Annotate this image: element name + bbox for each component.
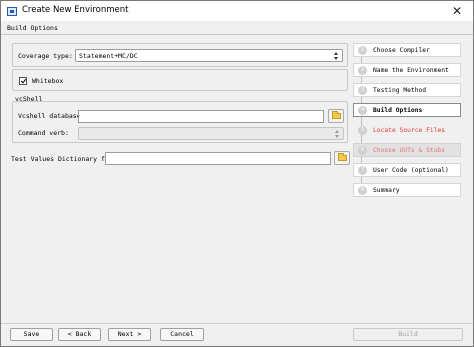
step-label: Choose UUTs & Stubs bbox=[373, 147, 446, 154]
step-label: Summary bbox=[373, 187, 400, 194]
step-label: Name the Environment bbox=[373, 67, 449, 74]
step-testing-method[interactable]: 3 Testing Method bbox=[353, 83, 461, 97]
folder-icon bbox=[338, 153, 347, 161]
save-button[interactable]: Save bbox=[10, 328, 53, 341]
page-header: Build Options bbox=[7, 24, 58, 32]
step-number: 3 bbox=[358, 86, 367, 95]
spin-arrows-icon bbox=[333, 51, 340, 61]
window-title: Create New Environment bbox=[22, 5, 129, 15]
step-label: Testing Method bbox=[373, 87, 427, 94]
step-label: Build Options bbox=[373, 107, 423, 114]
vcshell-database-input[interactable] bbox=[78, 110, 324, 123]
step-build-options[interactable]: 4 Build Options bbox=[353, 103, 461, 117]
folder-icon bbox=[332, 111, 341, 119]
whitebox-label: Whitebox bbox=[32, 77, 64, 85]
step-label: Locate Source Files bbox=[373, 127, 446, 134]
header-divider bbox=[1, 34, 473, 35]
vcshell-group: Vcshell database: Command verb: bbox=[12, 101, 348, 143]
step-user-code[interactable]: 7 User Code (optional) bbox=[353, 163, 461, 177]
command-verb-label: Command verb: bbox=[18, 129, 69, 137]
coverage-group: Coverage type: Statement+MC/DC bbox=[12, 43, 348, 67]
back-button[interactable]: < Back bbox=[58, 328, 101, 341]
step-number: 2 bbox=[358, 66, 367, 75]
cancel-button[interactable]: Cancel bbox=[160, 328, 204, 341]
build-button[interactable]: Build bbox=[353, 328, 463, 341]
wizard-steps: 1 Choose Compiler 2 Name the Environment… bbox=[351, 38, 471, 300]
whitebox-group: Whitebox bbox=[12, 69, 348, 91]
coverage-type-label: Coverage type: bbox=[18, 52, 73, 60]
title-bar: Create New Environment ✕ bbox=[1, 1, 473, 21]
step-summary[interactable]: 8 Summary bbox=[353, 183, 461, 197]
footer-divider bbox=[1, 323, 473, 324]
step-number: 4 bbox=[358, 106, 367, 115]
vcshell-browse-button[interactable] bbox=[328, 109, 344, 123]
step-number: 5 bbox=[358, 126, 367, 135]
build-options-panel: Coverage type: Statement+MC/DC Whitebox … bbox=[4, 37, 350, 322]
step-locate-source-files[interactable]: 5 Locate Source Files bbox=[353, 123, 461, 137]
vcshell-database-label: Vcshell database: bbox=[18, 112, 85, 120]
test-values-input[interactable] bbox=[105, 152, 331, 165]
test-values-browse-button[interactable] bbox=[334, 151, 350, 165]
coverage-type-value: Statement+MC/DC bbox=[79, 52, 138, 60]
command-verb-select[interactable] bbox=[78, 127, 344, 140]
test-values-label: Test Values Dictionary file bbox=[11, 155, 117, 163]
step-number: 7 bbox=[358, 166, 367, 175]
step-label: Choose Compiler bbox=[373, 47, 430, 54]
create-environment-window: Create New Environment ✕ Build Options C… bbox=[0, 0, 474, 347]
step-choose-uuts-stubs[interactable]: 6 Choose UUTs & Stubs bbox=[353, 143, 461, 157]
step-choose-compiler[interactable]: 1 Choose Compiler bbox=[353, 43, 461, 57]
app-icon bbox=[7, 7, 17, 16]
close-icon[interactable]: ✕ bbox=[449, 3, 465, 19]
step-number: 6 bbox=[358, 146, 367, 155]
coverage-type-select[interactable]: Statement+MC/DC bbox=[75, 49, 343, 62]
step-number: 1 bbox=[358, 46, 367, 55]
step-name-environment[interactable]: 2 Name the Environment bbox=[353, 63, 461, 77]
spin-arrows-icon bbox=[334, 129, 341, 139]
step-number: 8 bbox=[358, 186, 367, 195]
step-label: User Code (optional) bbox=[373, 167, 449, 174]
whitebox-checkbox[interactable] bbox=[19, 77, 27, 85]
next-button[interactable]: Next > bbox=[108, 328, 151, 341]
